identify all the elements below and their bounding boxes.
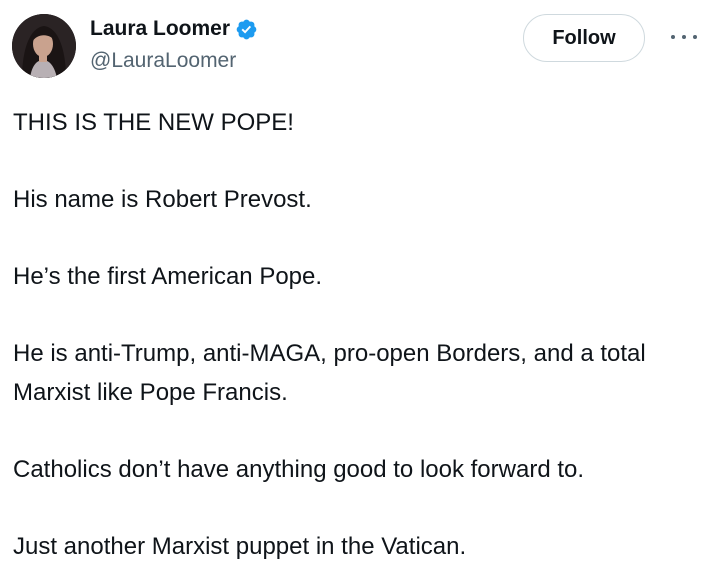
tweet-paragraph: THIS IS THE NEW POPE! bbox=[13, 104, 703, 143]
avatar[interactable] bbox=[12, 14, 76, 78]
paragraph-spacer bbox=[13, 412, 703, 451]
tweet-paragraph: Just another Marxist puppet in the Vatic… bbox=[13, 528, 703, 566]
author-handle[interactable]: @LauraLoomer bbox=[90, 47, 236, 75]
tweet-text: THIS IS THE NEW POPE! His name is Robert… bbox=[13, 104, 703, 566]
more-dot bbox=[671, 35, 675, 39]
profile-photo-icon bbox=[12, 14, 76, 78]
paragraph-spacer bbox=[13, 220, 703, 259]
paragraph-spacer bbox=[13, 489, 703, 528]
tweet-paragraph: He is anti-Trump, anti-MAGA, pro-open Bo… bbox=[13, 335, 703, 412]
more-options-icon[interactable] bbox=[671, 26, 697, 48]
author-name-row: Laura Loomer bbox=[90, 15, 258, 43]
paragraph-spacer bbox=[13, 297, 703, 336]
more-dot bbox=[693, 35, 697, 39]
author-display-name[interactable]: Laura Loomer bbox=[90, 15, 230, 43]
follow-button[interactable]: Follow bbox=[523, 14, 645, 62]
tweet-paragraph: His name is Robert Prevost. bbox=[13, 181, 703, 220]
verified-badge-icon bbox=[235, 18, 258, 41]
tweet-paragraph: Catholics don’t have anything good to lo… bbox=[13, 451, 703, 490]
tweet-card: Laura Loomer @LauraLoomer Follow THIS IS… bbox=[0, 0, 709, 562]
tweet-paragraph: He’s the first American Pope. bbox=[13, 258, 703, 297]
more-dot bbox=[682, 35, 686, 39]
paragraph-spacer bbox=[13, 143, 703, 182]
